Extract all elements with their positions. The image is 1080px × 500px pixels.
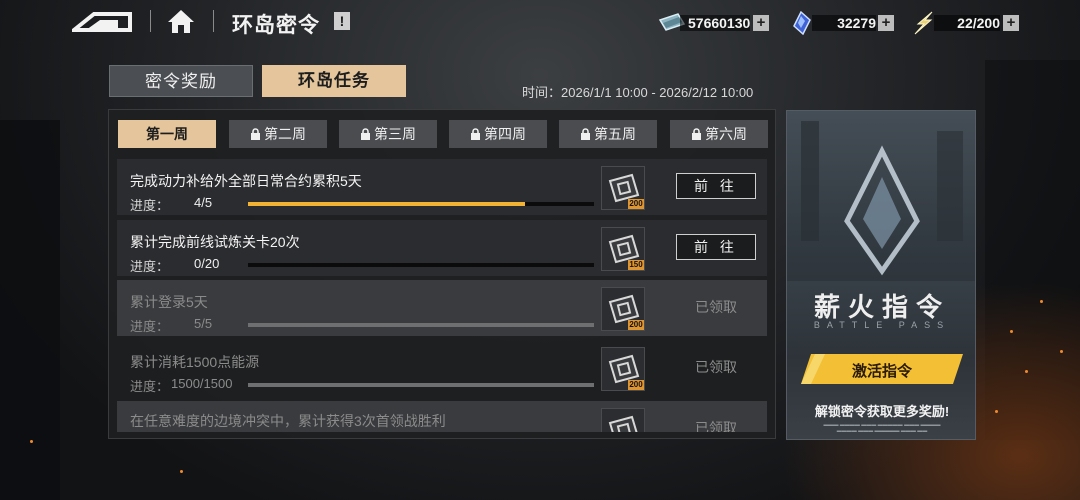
resource-value: 32279: [837, 15, 876, 31]
battle-pass-emblem-icon: [787, 111, 975, 281]
progress-label: 进度：: [130, 379, 170, 394]
tab-week-1[interactable]: 第一周: [118, 120, 216, 148]
progress-bar: [248, 323, 594, 327]
progress-fill: [248, 202, 525, 206]
task-list[interactable]: 完成动力补给外全部日常合约累积5天 进度： 4/5 200 前 往 累计完成前线…: [117, 157, 767, 432]
tab-week-4[interactable]: 第四周: [449, 120, 547, 148]
task-name: 累计消耗1500点能源: [130, 354, 260, 370]
go-button[interactable]: 前 往: [676, 173, 756, 199]
ticket-icon: [608, 415, 638, 432]
ember: [1040, 300, 1043, 303]
reward-amount: 200: [628, 199, 644, 209]
activate-pass-button[interactable]: 激活指令: [801, 354, 963, 384]
claimed-status: 已领取: [695, 299, 737, 315]
lock-icon: [361, 128, 370, 140]
week-label: 第六周: [705, 126, 747, 142]
ember: [995, 410, 998, 413]
go-button[interactable]: 前 往: [676, 234, 756, 260]
claimed-status: 已领取: [695, 359, 737, 375]
progress-value: 5/5: [194, 316, 213, 331]
resource-value: 22/200: [957, 15, 1000, 31]
add-resource-button[interactable]: +: [1003, 15, 1019, 31]
activate-pass-label: 激活指令: [851, 363, 912, 380]
back-arrow-icon: [68, 12, 132, 32]
home-icon: [168, 10, 194, 33]
home-button[interactable]: [166, 7, 196, 35]
week-label: 第三周: [374, 126, 416, 142]
tab-week-6[interactable]: 第六周: [670, 120, 768, 148]
week-label: 第二周: [264, 126, 306, 142]
progress-bar: [248, 263, 594, 267]
tab-week-3[interactable]: 第三周: [339, 120, 437, 148]
progress-bar: [248, 383, 594, 387]
resource-crystal: 32279 +: [790, 11, 896, 35]
tab-tasks[interactable]: 环岛任务: [262, 65, 406, 97]
reward-item[interactable]: [601, 408, 645, 432]
back-button[interactable]: [68, 8, 136, 34]
battle-pass-note: 解锁密令获取更多奖励!: [814, 404, 950, 419]
divider: [213, 10, 214, 32]
lock-icon: [251, 128, 260, 140]
battle-pass-subtitle: BATTLE PASS: [813, 320, 951, 330]
ember: [30, 440, 33, 443]
progress-value: 0/20: [194, 256, 220, 271]
tab-week-5[interactable]: 第五周: [559, 120, 657, 148]
task-name: 累计完成前线试炼关卡20次: [130, 234, 300, 250]
add-resource-button[interactable]: +: [753, 15, 769, 31]
task-row: 完成动力补给外全部日常合约累积5天 进度： 4/5 200 前 往: [117, 159, 767, 215]
resource-banknote: 57660130 +: [658, 12, 770, 34]
ember: [1060, 350, 1063, 353]
resource-value: 57660130: [688, 15, 751, 31]
crystal-icon: [793, 11, 811, 35]
ember: [180, 470, 183, 473]
ember: [1025, 370, 1028, 373]
divider: [150, 10, 151, 32]
reward-item[interactable]: 200: [601, 166, 645, 210]
lock-icon: [692, 128, 701, 140]
reward-amount: 200: [628, 380, 644, 390]
week-label: 第一周: [146, 126, 188, 142]
week-label: 第四周: [484, 126, 526, 142]
task-name: 在任意难度的边境冲突中，累计获得3次首领战胜利: [130, 413, 446, 429]
battle-pass-card[interactable]: 薪火指令 BATTLE PASS 激活指令 解锁密令获取更多奖励! ▬▬▬ ▬▬…: [786, 110, 976, 440]
background-ruin-left: [0, 120, 60, 500]
tab-week-2[interactable]: 第二周: [229, 120, 327, 148]
progress-value: 1500/1500: [171, 376, 233, 391]
battle-pass-title: 薪火指令: [813, 292, 950, 322]
progress-bar: [248, 202, 594, 206]
progress-label: 进度：: [130, 259, 170, 274]
progress-label: 进度：: [130, 319, 170, 334]
reward-item[interactable]: 150: [601, 227, 645, 271]
task-row: 累计消耗1500点能源 进度： 1500/1500 200 已领取: [117, 340, 767, 396]
task-row: 在任意难度的边境冲突中，累计获得3次首领战胜利 已领取: [117, 401, 767, 432]
lightning-icon: [914, 11, 933, 35]
page-title: 环岛密令: [232, 14, 320, 37]
reward-amount: 200: [628, 320, 644, 330]
task-name: 完成动力补给外全部日常合约累积5天: [130, 173, 362, 189]
reward-item[interactable]: 200: [601, 347, 645, 391]
event-time-range: 时间：2026/1/1 10:00 - 2026/2/12 10:00: [522, 85, 754, 100]
tab-rewards[interactable]: 密令奖励: [109, 65, 253, 97]
top-bar: 环岛密令 ! 57660130 + 32279 + 22/200 +: [0, 0, 1080, 44]
reward-amount: 150: [628, 260, 644, 270]
week-label: 第五周: [594, 126, 636, 142]
add-resource-button[interactable]: +: [878, 15, 894, 31]
progress-value: 4/5: [194, 195, 213, 210]
reward-item[interactable]: 200: [601, 287, 645, 331]
info-button[interactable]: !: [334, 12, 350, 30]
task-row: 累计登录5天 进度： 5/5 200 已领取: [117, 280, 767, 336]
task-row: 累计完成前线试炼关卡20次 进度： 0/20 150 前 往: [117, 220, 767, 276]
ember: [1010, 330, 1013, 333]
progress-label: 进度：: [130, 198, 170, 213]
resource-energy: 22/200 +: [912, 11, 1022, 35]
task-name: 累计登录5天: [130, 294, 208, 310]
lock-icon: [471, 128, 480, 140]
lock-icon: [581, 128, 590, 140]
battle-pass-fine-print: ▬▬▬ ▬▬▬▬ ▬▬▬ ▬▬▬▬▬ ▬▬▬ ▬▬▬▬ ▬▬▬▬ ▬▬▬ ▬▬▬▬…: [823, 422, 941, 434]
claimed-status: 已领取: [695, 420, 737, 432]
